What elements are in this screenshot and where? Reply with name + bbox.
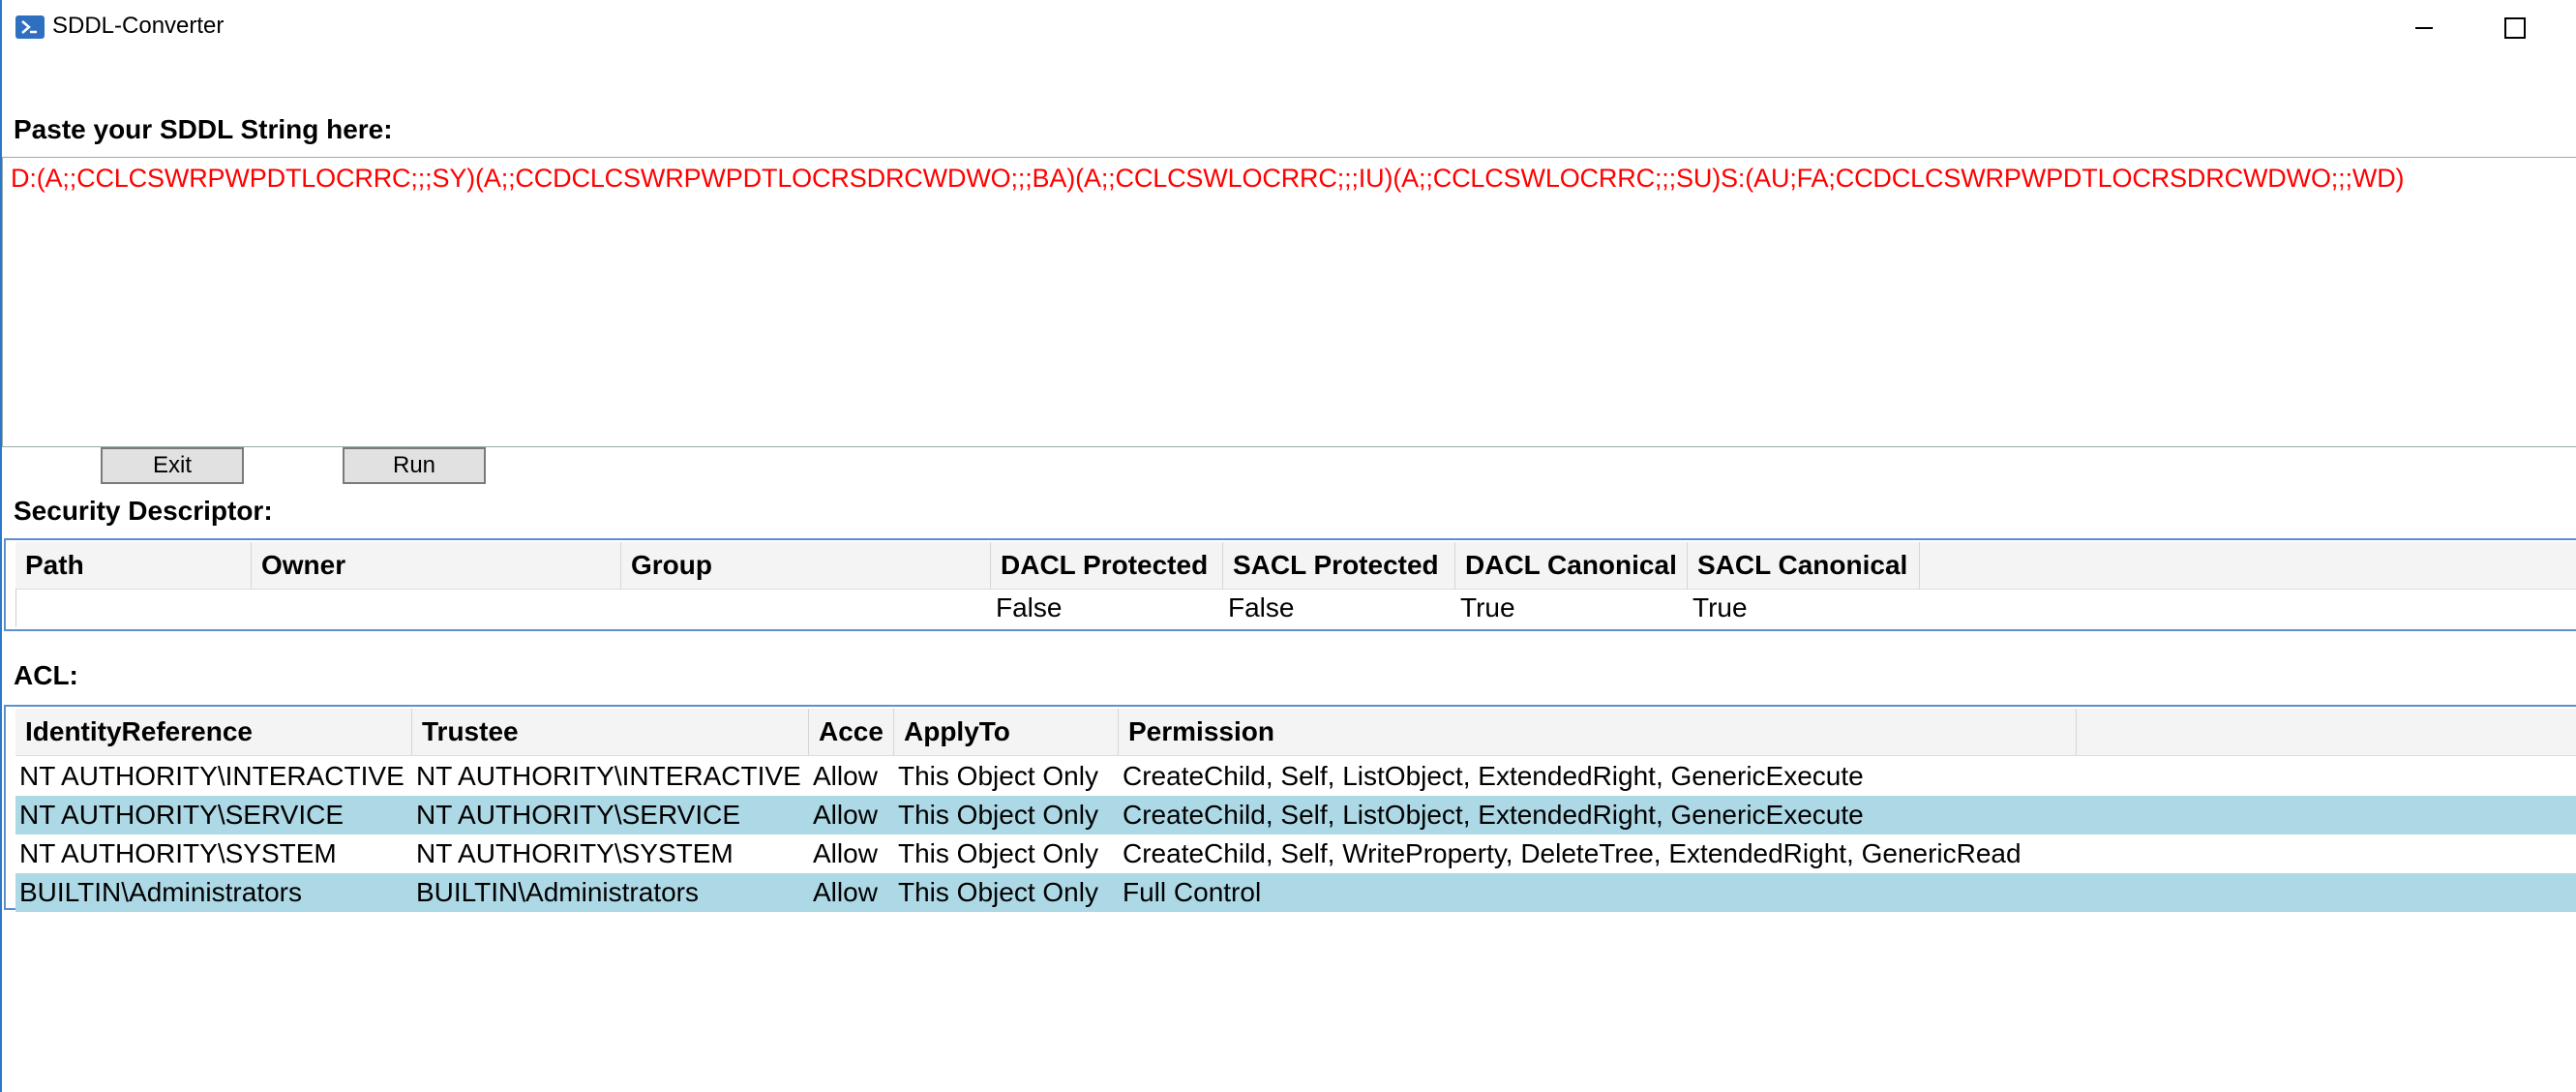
acl-cell-permission: CreateChild, Self, ListObject, ExtendedR… — [1123, 800, 1864, 830]
sd-cell-path — [16, 589, 253, 627]
sd-header-row: Path Owner Group DACL Protected SACL Pro… — [15, 542, 2576, 590]
acl-cell-identity: NT AUTHORITY\SYSTEM — [19, 838, 337, 868]
window-title: SDDL-Converter — [52, 13, 225, 39]
maximize-icon[interactable] — [2489, 12, 2539, 45]
acl-cell-applyto: This Object Only — [898, 800, 1098, 830]
sd-cell-owner — [253, 589, 622, 627]
table-row[interactable]: NT AUTHORITY\SYSTEM NT AUTHORITY\SYSTEM … — [15, 834, 2576, 873]
sd-col-owner[interactable]: Owner — [252, 542, 621, 589]
acl-cell-access: Allow — [813, 838, 878, 868]
acl-cell-identity: NT AUTHORITY\SERVICE — [19, 800, 344, 830]
acl-cell-identity: BUILTIN\Administrators — [19, 877, 302, 907]
acl-cell-trustee: NT AUTHORITY\SYSTEM — [416, 838, 734, 868]
powershell-icon — [15, 15, 45, 39]
sd-cell-dacl-canonical: True — [1460, 592, 1515, 622]
table-row[interactable]: NT AUTHORITY\SERVICE NT AUTHORITY\SERVIC… — [15, 796, 2576, 834]
sd-col-group[interactable]: Group — [621, 542, 991, 589]
sd-cell-sacl-protected: False — [1228, 592, 1295, 622]
acl-col-access[interactable]: Acce — [809, 709, 894, 755]
acl-cell-applyto: This Object Only — [898, 877, 1098, 907]
exit-button[interactable]: Exit — [101, 447, 244, 484]
sd-row[interactable]: False False True True — [15, 589, 2576, 627]
acl-cell-applyto: This Object Only — [898, 838, 1098, 868]
sd-col-sacl-canonical[interactable]: SACL Canonical — [1688, 542, 1920, 589]
sddl-input-value: D:(A;;CCLCSWRPWPDTLOCRRC;;;SY)(A;;CCDCLC… — [11, 164, 2405, 193]
sd-col-dacl-protected[interactable]: DACL Protected — [991, 542, 1223, 589]
acl-cell-access: Allow — [813, 761, 878, 791]
acl-col-trustee[interactable]: Trustee — [412, 709, 809, 755]
acl-cell-permission: CreateChild, Self, WriteProperty, Delete… — [1123, 838, 2022, 868]
sd-cell-dacl-protected: False — [996, 592, 1063, 622]
acl-cell-identity: NT AUTHORITY\INTERACTIVE — [19, 761, 404, 791]
security-descriptor-grid[interactable]: Path Owner Group DACL Protected SACL Pro… — [4, 538, 2576, 631]
sd-col-sacl-protected[interactable]: SACL Protected — [1223, 542, 1455, 589]
minimize-icon[interactable] — [2398, 12, 2448, 45]
sddl-input[interactable]: D:(A;;CCLCSWRPWPDTLOCRRC;;;SY)(A;;CCDCLC… — [2, 157, 2576, 447]
title-bar[interactable]: SDDL-Converter — [2, 0, 2576, 54]
acl-cell-trustee: NT AUTHORITY\SERVICE — [416, 800, 741, 830]
sd-col-dacl-canonical[interactable]: DACL Canonical — [1455, 542, 1688, 589]
acl-grid[interactable]: IdentityReference Trustee Acce ApplyTo P… — [4, 705, 2576, 912]
acl-cell-applyto: This Object Only — [898, 761, 1098, 791]
acl-cell-permission: Full Control — [1123, 877, 1262, 907]
acl-cell-trustee: NT AUTHORITY\INTERACTIVE — [416, 761, 801, 791]
acl-cell-trustee: BUILTIN\Administrators — [416, 877, 699, 907]
sd-cell-sacl-canonical: True — [1692, 592, 1748, 622]
acl-col-identity[interactable]: IdentityReference — [15, 709, 412, 755]
security-descriptor-label: Security Descriptor: — [14, 496, 273, 526]
app-window: SDDL-Converter Paste your SDDL String he… — [0, 0, 2576, 1092]
run-button[interactable]: Run — [343, 447, 486, 484]
acl-col-permission[interactable]: Permission — [1119, 709, 2077, 755]
acl-cell-access: Allow — [813, 877, 878, 907]
table-row[interactable]: NT AUTHORITY\INTERACTIVE NT AUTHORITY\IN… — [15, 757, 2576, 796]
sd-col-path[interactable]: Path — [15, 542, 252, 589]
acl-label: ACL: — [14, 660, 78, 690]
sddl-label: Paste your SDDL String here: — [14, 114, 393, 144]
acl-header-row: IdentityReference Trustee Acce ApplyTo P… — [15, 709, 2576, 756]
table-row[interactable]: BUILTIN\Administrators BUILTIN\Administr… — [15, 873, 2576, 912]
acl-cell-permission: CreateChild, Self, ListObject, ExtendedR… — [1123, 761, 1864, 791]
sd-cell-group — [622, 589, 992, 627]
acl-col-applyto[interactable]: ApplyTo — [894, 709, 1119, 755]
acl-cell-access: Allow — [813, 800, 878, 830]
